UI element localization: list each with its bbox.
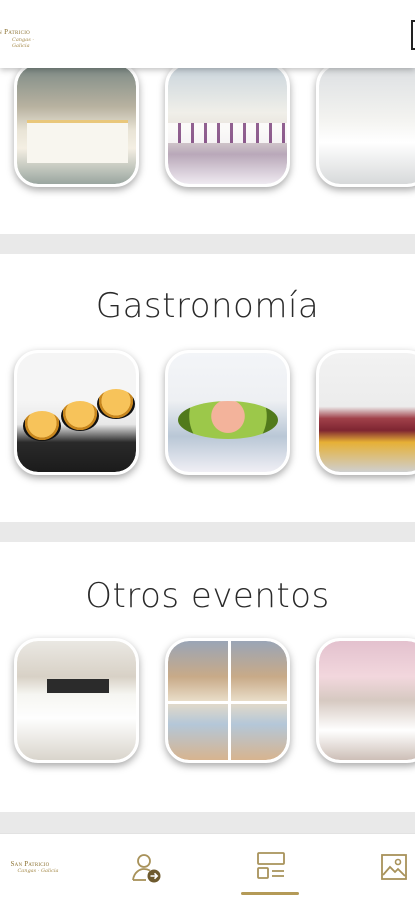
photo-conference-room [17,641,136,760]
photo-avocado-shrimp [168,353,287,472]
photo-card[interactable] [165,350,290,475]
nav-gallery[interactable] [311,834,414,900]
section-title: Gastronomía [95,286,320,326]
nav-contact[interactable] [104,834,207,900]
nav-home[interactable]: San Patricio Cangas · Galicia [0,834,103,900]
food-detail [61,401,99,431]
section-divider [0,812,415,833]
menu-icon[interactable] [411,20,415,50]
brand-logo[interactable]: San Patricio Cangas · Galicia [0,22,40,48]
photo-card[interactable] [316,62,415,187]
nav-sections[interactable] [207,834,310,900]
photo-seared-tuna [319,353,415,472]
user-arrow-icon [132,854,161,883]
home-logo-name: San Patricio [10,860,50,868]
photo-sea-urchins [17,353,136,472]
photo-card[interactable] [14,350,139,475]
section-divider [0,234,415,254]
section-title: Otros eventos [85,576,330,616]
active-tab-indicator [241,892,299,895]
photo-card[interactable] [316,638,415,763]
home-logo-tagline: Cangas · Galicia [17,868,59,874]
photo-party-balloons [319,641,415,760]
brand-name: San Patricio [0,28,31,36]
photo-card[interactable] [14,62,139,187]
cards-list-icon [257,852,285,879]
food-detail [97,389,135,419]
photo-hall-banquet-white [319,65,415,184]
photo-hall-banquet-purple [168,65,287,184]
photo-card[interactable] [165,62,290,187]
photo-kids-party-collage [168,641,287,760]
bottom-navigation: San Patricio Cangas · Galicia [0,833,415,900]
photo-hall-buffet [17,65,136,184]
photo-card[interactable] [316,350,415,475]
photo-card[interactable] [14,638,139,763]
food-detail [23,411,61,441]
app-header: San Patricio Cangas · Galicia [0,0,415,68]
brand-tagline: Cangas · Galicia [12,37,34,48]
photo-card[interactable] [165,638,290,763]
section-divider [0,522,415,542]
home-logo: San Patricio Cangas · Galicia [0,860,60,874]
image-icon [381,854,407,880]
